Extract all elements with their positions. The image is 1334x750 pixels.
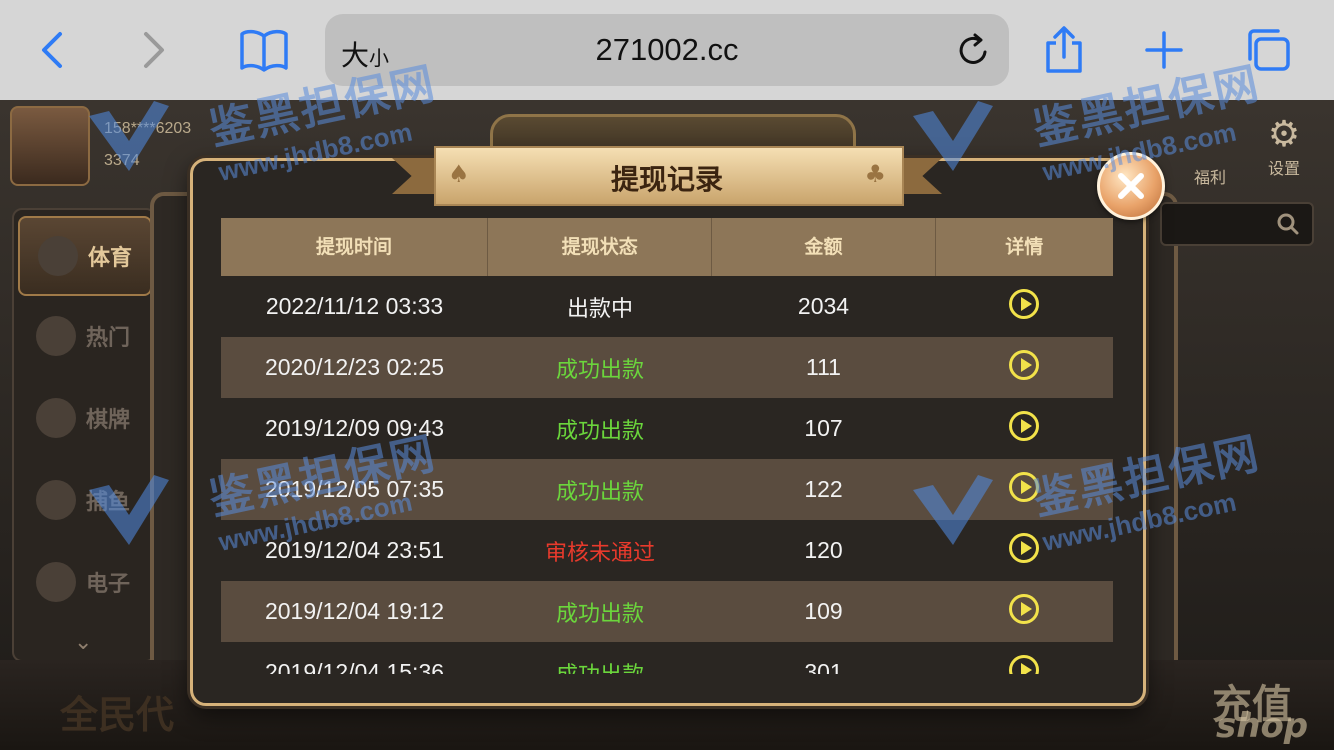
withdraw-time: 2019/12/04 15:36 (264, 659, 445, 674)
back-arrow-icon (42, 32, 62, 68)
withdraw-time: 2019/12/05 07:35 (264, 476, 445, 502)
play-circle-icon (1009, 532, 1039, 563)
browser-toolbar: 大小 271002.cc (0, 0, 1334, 100)
reload-button[interactable] (957, 32, 991, 72)
column-header-detail: 详情 (1005, 236, 1044, 258)
new-tab-button[interactable] (1136, 22, 1192, 78)
agent-promo-label[interactable]: 全民代 (60, 684, 174, 739)
withdraw-amount: 109 (804, 598, 843, 624)
withdraw-time: 2020/12/23 02:25 (264, 354, 445, 380)
withdraw-amount: 301 (804, 659, 843, 674)
play-circle-icon (1009, 471, 1039, 502)
plus-icon (1145, 31, 1183, 69)
withdraw-status: 审核未通过 (544, 540, 655, 566)
play-circle-icon (1009, 654, 1039, 674)
fish-icon (35, 480, 76, 520)
withdraw-time: 2019/12/04 19:12 (264, 598, 445, 624)
cards-icon (35, 398, 76, 438)
search-icon (1277, 213, 1299, 235)
sidebar-item-label: 捕鱼 (85, 490, 130, 515)
detail-button[interactable] (935, 654, 1113, 674)
column-header-status: 提现状态 (488, 218, 713, 276)
withdraw-amount: 2034 (797, 293, 850, 319)
back-button[interactable] (24, 22, 80, 78)
game-search-input[interactable] (1160, 202, 1314, 246)
forward-arrow-icon (144, 32, 164, 68)
column-header-amount: 金额 (712, 218, 936, 276)
table-row: 2020/12/23 02:25 成功出款 111 (221, 337, 1113, 398)
share-icon (1046, 26, 1082, 73)
play-circle-icon (1009, 288, 1039, 319)
user-coins: 3374 (104, 152, 140, 169)
sidebar-item-label: 棋牌 (85, 408, 130, 433)
withdraw-status: 成功出款 (488, 657, 712, 675)
sidebar-item-label: 电子 (85, 572, 130, 597)
table-header: 提现时间 提现状态 金额 详情 (221, 218, 1113, 276)
withdraw-records-table: 提现时间 提现状态 金额 详情 2022/11/12 03:33 出款中 203… (221, 218, 1113, 674)
withdraw-status: 成功出款 (555, 418, 644, 444)
address-bar[interactable]: 大小 271002.cc (325, 14, 1009, 86)
tabs-button[interactable] (1240, 22, 1296, 78)
column-header-time: 提现时间 (221, 218, 489, 276)
forward-button[interactable] (126, 22, 182, 78)
sidebar-item-sports[interactable]: 体育 (18, 216, 152, 296)
book-icon (240, 29, 288, 72)
table-row: 2019/12/04 19:12 成功出款 109 (221, 581, 1113, 642)
play-circle-icon (1009, 410, 1039, 441)
table-row: 2019/12/04 23:51 审核未通过 120 (221, 520, 1113, 581)
sidebar-item-label: 热门 (85, 326, 130, 351)
withdraw-amount: 120 (804, 537, 843, 563)
fire-icon (35, 316, 76, 356)
withdraw-time: 2019/12/04 23:51 (264, 537, 445, 563)
withdraw-time: 2022/11/12 03:33 (265, 293, 444, 319)
shop-label[interactable]: shop (1216, 706, 1308, 746)
share-button[interactable] (1036, 22, 1092, 78)
user-id: 158****6203 (104, 120, 192, 137)
tabs-icon (1248, 29, 1290, 71)
table-body: 2022/11/12 03:33 出款中 2034 2020/12/23 02:… (221, 276, 1113, 674)
table-row: 2019/12/05 07:35 成功出款 122 (221, 459, 1113, 520)
table-row: 2019/12/09 09:43 成功出款 107 (221, 398, 1113, 459)
withdraw-time: 2019/12/09 09:43 (264, 415, 445, 441)
reload-icon (959, 33, 987, 64)
table-row: 2019/12/04 15:36 成功出款 301 (221, 642, 1113, 674)
gear-icon: ⚙ (1267, 114, 1301, 155)
bookmarks-button[interactable] (236, 22, 292, 78)
detail-button[interactable] (935, 532, 1113, 569)
sidebar-item-slots[interactable]: 电子 (18, 544, 148, 620)
withdraw-amount: 122 (804, 476, 843, 502)
withdraw-amount: 111 (806, 354, 841, 380)
detail-button[interactable] (935, 410, 1113, 447)
detail-button[interactable] (935, 349, 1113, 386)
sidebar-item-hot[interactable]: 热门 (18, 298, 148, 374)
withdraw-status: 出款中 (566, 296, 633, 322)
settings-label: 设置 (1267, 159, 1300, 178)
withdraw-status: 成功出款 (555, 479, 644, 505)
modal-title-ribbon: ♠ ♣ 提现记录 (392, 146, 942, 206)
modal-title: 提现记录 (610, 163, 723, 196)
close-icon (1118, 173, 1144, 199)
sidebar-item-cards[interactable]: 棋牌 (18, 380, 148, 456)
chevron-down-icon[interactable]: ⌄ (74, 630, 92, 655)
url-text: 271002.cc (595, 32, 739, 67)
category-sidebar: 体育 热门 棋牌 捕鱼 电子 ⌄ (12, 208, 156, 662)
sidebar-item-label: 体育 (87, 246, 132, 271)
detail-button[interactable] (935, 593, 1113, 630)
withdraw-status: 成功出款 (555, 601, 644, 627)
table-row: 2022/11/12 03:33 出款中 2034 (221, 276, 1113, 337)
welfare-label: 福利 (1194, 168, 1227, 187)
play-circle-icon (1009, 593, 1039, 624)
play-circle-icon (1009, 349, 1039, 380)
withdraw-amount: 107 (804, 415, 843, 441)
close-button[interactable] (1097, 152, 1165, 220)
detail-button[interactable] (935, 471, 1113, 508)
sidebar-item-fishing[interactable]: 捕鱼 (18, 462, 148, 538)
detail-button[interactable] (935, 288, 1113, 325)
settings-button[interactable]: ⚙ 设置 (1254, 114, 1314, 179)
avatar[interactable] (10, 106, 90, 186)
sports-icon (37, 236, 78, 276)
slot-machine-icon (35, 562, 76, 602)
withdraw-status: 成功出款 (555, 357, 644, 383)
